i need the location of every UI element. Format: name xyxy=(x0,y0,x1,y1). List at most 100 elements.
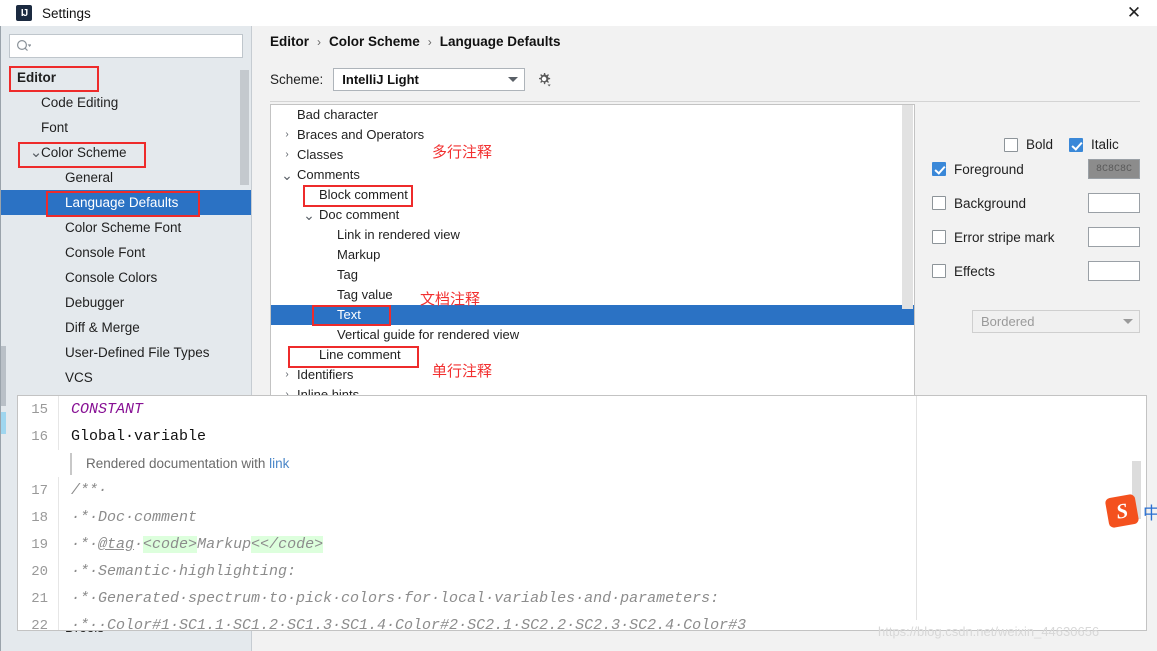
line-number: 20 xyxy=(31,563,48,580)
attribute-row-tag-value[interactable]: Tag value xyxy=(271,285,914,305)
bold-checkbox-row[interactable]: Bold xyxy=(1004,137,1053,152)
sidebar-scrollbar[interactable] xyxy=(240,70,249,185)
foreground-checkbox[interactable] xyxy=(932,162,946,176)
sidebar-item-label: Code Editing xyxy=(41,95,119,110)
gear-icon[interactable] xyxy=(535,71,553,89)
attribute-row-identifiers[interactable]: › Identifiers xyxy=(271,365,914,385)
effect-type-value: Bordered xyxy=(981,314,1035,329)
divider xyxy=(270,101,1140,102)
attribute-row-text[interactable]: Text xyxy=(271,305,914,325)
chevron-down-icon xyxy=(508,77,519,82)
sidebar-item-label: Color Scheme xyxy=(41,145,127,160)
attribute-tree-scrollbar[interactable] xyxy=(902,105,913,309)
search-wrapper xyxy=(1,26,251,64)
chevron-down-icon[interactable]: ⌄ xyxy=(23,140,49,165)
chevron-right-icon[interactable]: › xyxy=(279,145,295,165)
chevron-right-icon[interactable]: › xyxy=(279,365,295,385)
attribute-row-label: Tag xyxy=(337,267,358,282)
foreground-color-swatch[interactable]: 8C8C8C xyxy=(1088,159,1140,179)
code-segment-comment: ·*··Color#1·SC1.1·SC1.2·SC1.3·SC1.4·Colo… xyxy=(71,617,747,631)
code-preview-panel[interactable]: 15 CONSTANT 16 Global·variable Rendered docu… xyxy=(17,395,1147,631)
breadcrumb-part[interactable]: Editor xyxy=(270,34,309,49)
line-number: 22 xyxy=(31,617,48,631)
italic-checkbox-row[interactable]: Italic xyxy=(1069,137,1119,152)
breadcrumb-separator: › xyxy=(317,34,321,49)
error-stripe-color-swatch[interactable] xyxy=(1088,227,1140,247)
effect-type-dropdown[interactable]: Bordered xyxy=(972,310,1140,333)
code-text: ·*·Generated·spectrum·to·pick·colors·for… xyxy=(58,585,1146,612)
attribute-row-comments[interactable]: ⌄ Comments xyxy=(271,165,914,185)
code-text: ·*·Semantic·highlighting: xyxy=(58,558,1146,585)
scheme-row: Scheme: IntelliJ Light xyxy=(270,68,553,91)
attribute-row-doc-comment[interactable]: ⌄ Doc comment xyxy=(271,205,914,225)
scheme-dropdown[interactable]: IntelliJ Light xyxy=(333,68,526,91)
chevron-down-icon[interactable]: ⌄ xyxy=(301,205,317,225)
line-number: 19 xyxy=(31,536,48,553)
sidebar-item-color-scheme[interactable]: ⌄ Color Scheme xyxy=(1,140,251,165)
breadcrumb-part[interactable]: Language Defaults xyxy=(440,34,561,49)
annotation-note: 文档注释 xyxy=(420,290,481,308)
sidebar-item-label: Console Colors xyxy=(65,270,158,285)
search-input[interactable] xyxy=(31,35,236,57)
sidebar-item-console-font[interactable]: Console Font xyxy=(1,240,251,265)
code-segment-comment: ·*· xyxy=(71,536,99,553)
attribute-row-vertical-guide-for-rendered-view[interactable]: Vertical guide for rendered view xyxy=(271,325,914,345)
sidebar-item-user-defined-file-types[interactable]: User-Defined File Types xyxy=(1,340,251,365)
sidebar-item-editor[interactable]: Editor xyxy=(1,65,251,90)
attribute-row-braces-and-operators[interactable]: › Braces and Operators xyxy=(271,125,914,145)
sidebar-item-vcs[interactable]: VCS xyxy=(1,365,251,390)
preview-code-line: 15 CONSTANT xyxy=(18,396,1146,423)
search-box[interactable] xyxy=(9,34,243,58)
attribute-row-block-comment[interactable]: Block comment xyxy=(271,185,914,205)
background-color-swatch[interactable] xyxy=(1088,193,1140,213)
watermark: https://blog.csdn.net/weixin_44630656 xyxy=(878,624,1100,639)
intellij-idea-icon: IJ xyxy=(16,5,32,21)
sidebar-item-color-scheme-font[interactable]: Color Scheme Font xyxy=(1,215,251,240)
search-icon xyxy=(16,39,31,52)
rendered-doc-link[interactable]: link xyxy=(269,456,289,471)
error-stripe-row: Error stripe mark xyxy=(932,220,1140,254)
attribute-row-link-in-rendered-view[interactable]: Link in rendered view xyxy=(271,225,914,245)
attribute-row-label: Doc comment xyxy=(319,207,400,222)
bold-checkbox[interactable] xyxy=(1004,137,1018,152)
sidebar-item-diff-merge[interactable]: Diff & Merge xyxy=(1,315,251,340)
foreground-label: Foreground xyxy=(954,161,1024,177)
sidebar-item-language-defaults[interactable]: Language Defaults xyxy=(1,190,251,215)
background-label: Background xyxy=(954,195,1027,211)
sidebar-item-debugger[interactable]: Debugger xyxy=(1,290,251,315)
attribute-row-label: Line comment xyxy=(319,347,401,362)
attribute-row-classes[interactable]: › Classes xyxy=(271,145,914,165)
effects-color-swatch[interactable] xyxy=(1088,261,1140,281)
sidebar-item-label: Console Font xyxy=(65,245,146,260)
sidebar-item-label: General xyxy=(65,170,114,185)
code-text: /**· xyxy=(58,477,1146,504)
preview-right-margin-line xyxy=(916,396,917,620)
breadcrumb-part[interactable]: Color Scheme xyxy=(329,34,420,49)
background-checkbox[interactable] xyxy=(932,196,946,210)
ime-mode-indicator[interactable]: 中 xyxy=(1143,499,1157,524)
sidebar-item-font[interactable]: Font xyxy=(1,115,251,140)
italic-checkbox[interactable] xyxy=(1069,137,1084,152)
code-text: CONSTANT xyxy=(58,396,1146,423)
sidebar-item-console-colors[interactable]: Console Colors xyxy=(1,265,251,290)
chevron-down-icon xyxy=(1123,319,1133,324)
settings-window: IJ Settings ✕ Editor Code Editing Font ⌄ Col… xyxy=(0,0,1157,651)
chevron-right-icon[interactable]: › xyxy=(279,125,295,145)
preview-lines: 15 CONSTANT 16 Global·variable Rendered docu… xyxy=(18,396,1146,631)
line-number: 21 xyxy=(31,590,48,607)
attribute-row-line-comment[interactable]: Line comment xyxy=(271,345,914,365)
sidebar-item-general[interactable]: General xyxy=(1,165,251,190)
attribute-row-markup[interactable]: Markup xyxy=(271,245,914,265)
error-stripe-checkbox[interactable] xyxy=(932,230,946,244)
sogou-ime-indicator[interactable]: S 中 xyxy=(1104,493,1157,529)
attribute-row-tag[interactable]: Tag xyxy=(271,265,914,285)
sidebar-item-code-editing[interactable]: Code Editing xyxy=(1,90,251,115)
sidebar-edge-strip xyxy=(1,346,6,406)
close-icon[interactable]: ✕ xyxy=(1111,0,1157,26)
sidebar-item-label: User-Defined File Types xyxy=(65,345,210,360)
line-number: 15 xyxy=(31,401,48,418)
effects-checkbox[interactable] xyxy=(932,264,946,278)
chevron-down-icon[interactable]: ⌄ xyxy=(279,165,295,185)
attribute-row-bad-character[interactable]: Bad character xyxy=(271,105,914,125)
preview-code-line: 17 /**· xyxy=(18,477,1146,504)
